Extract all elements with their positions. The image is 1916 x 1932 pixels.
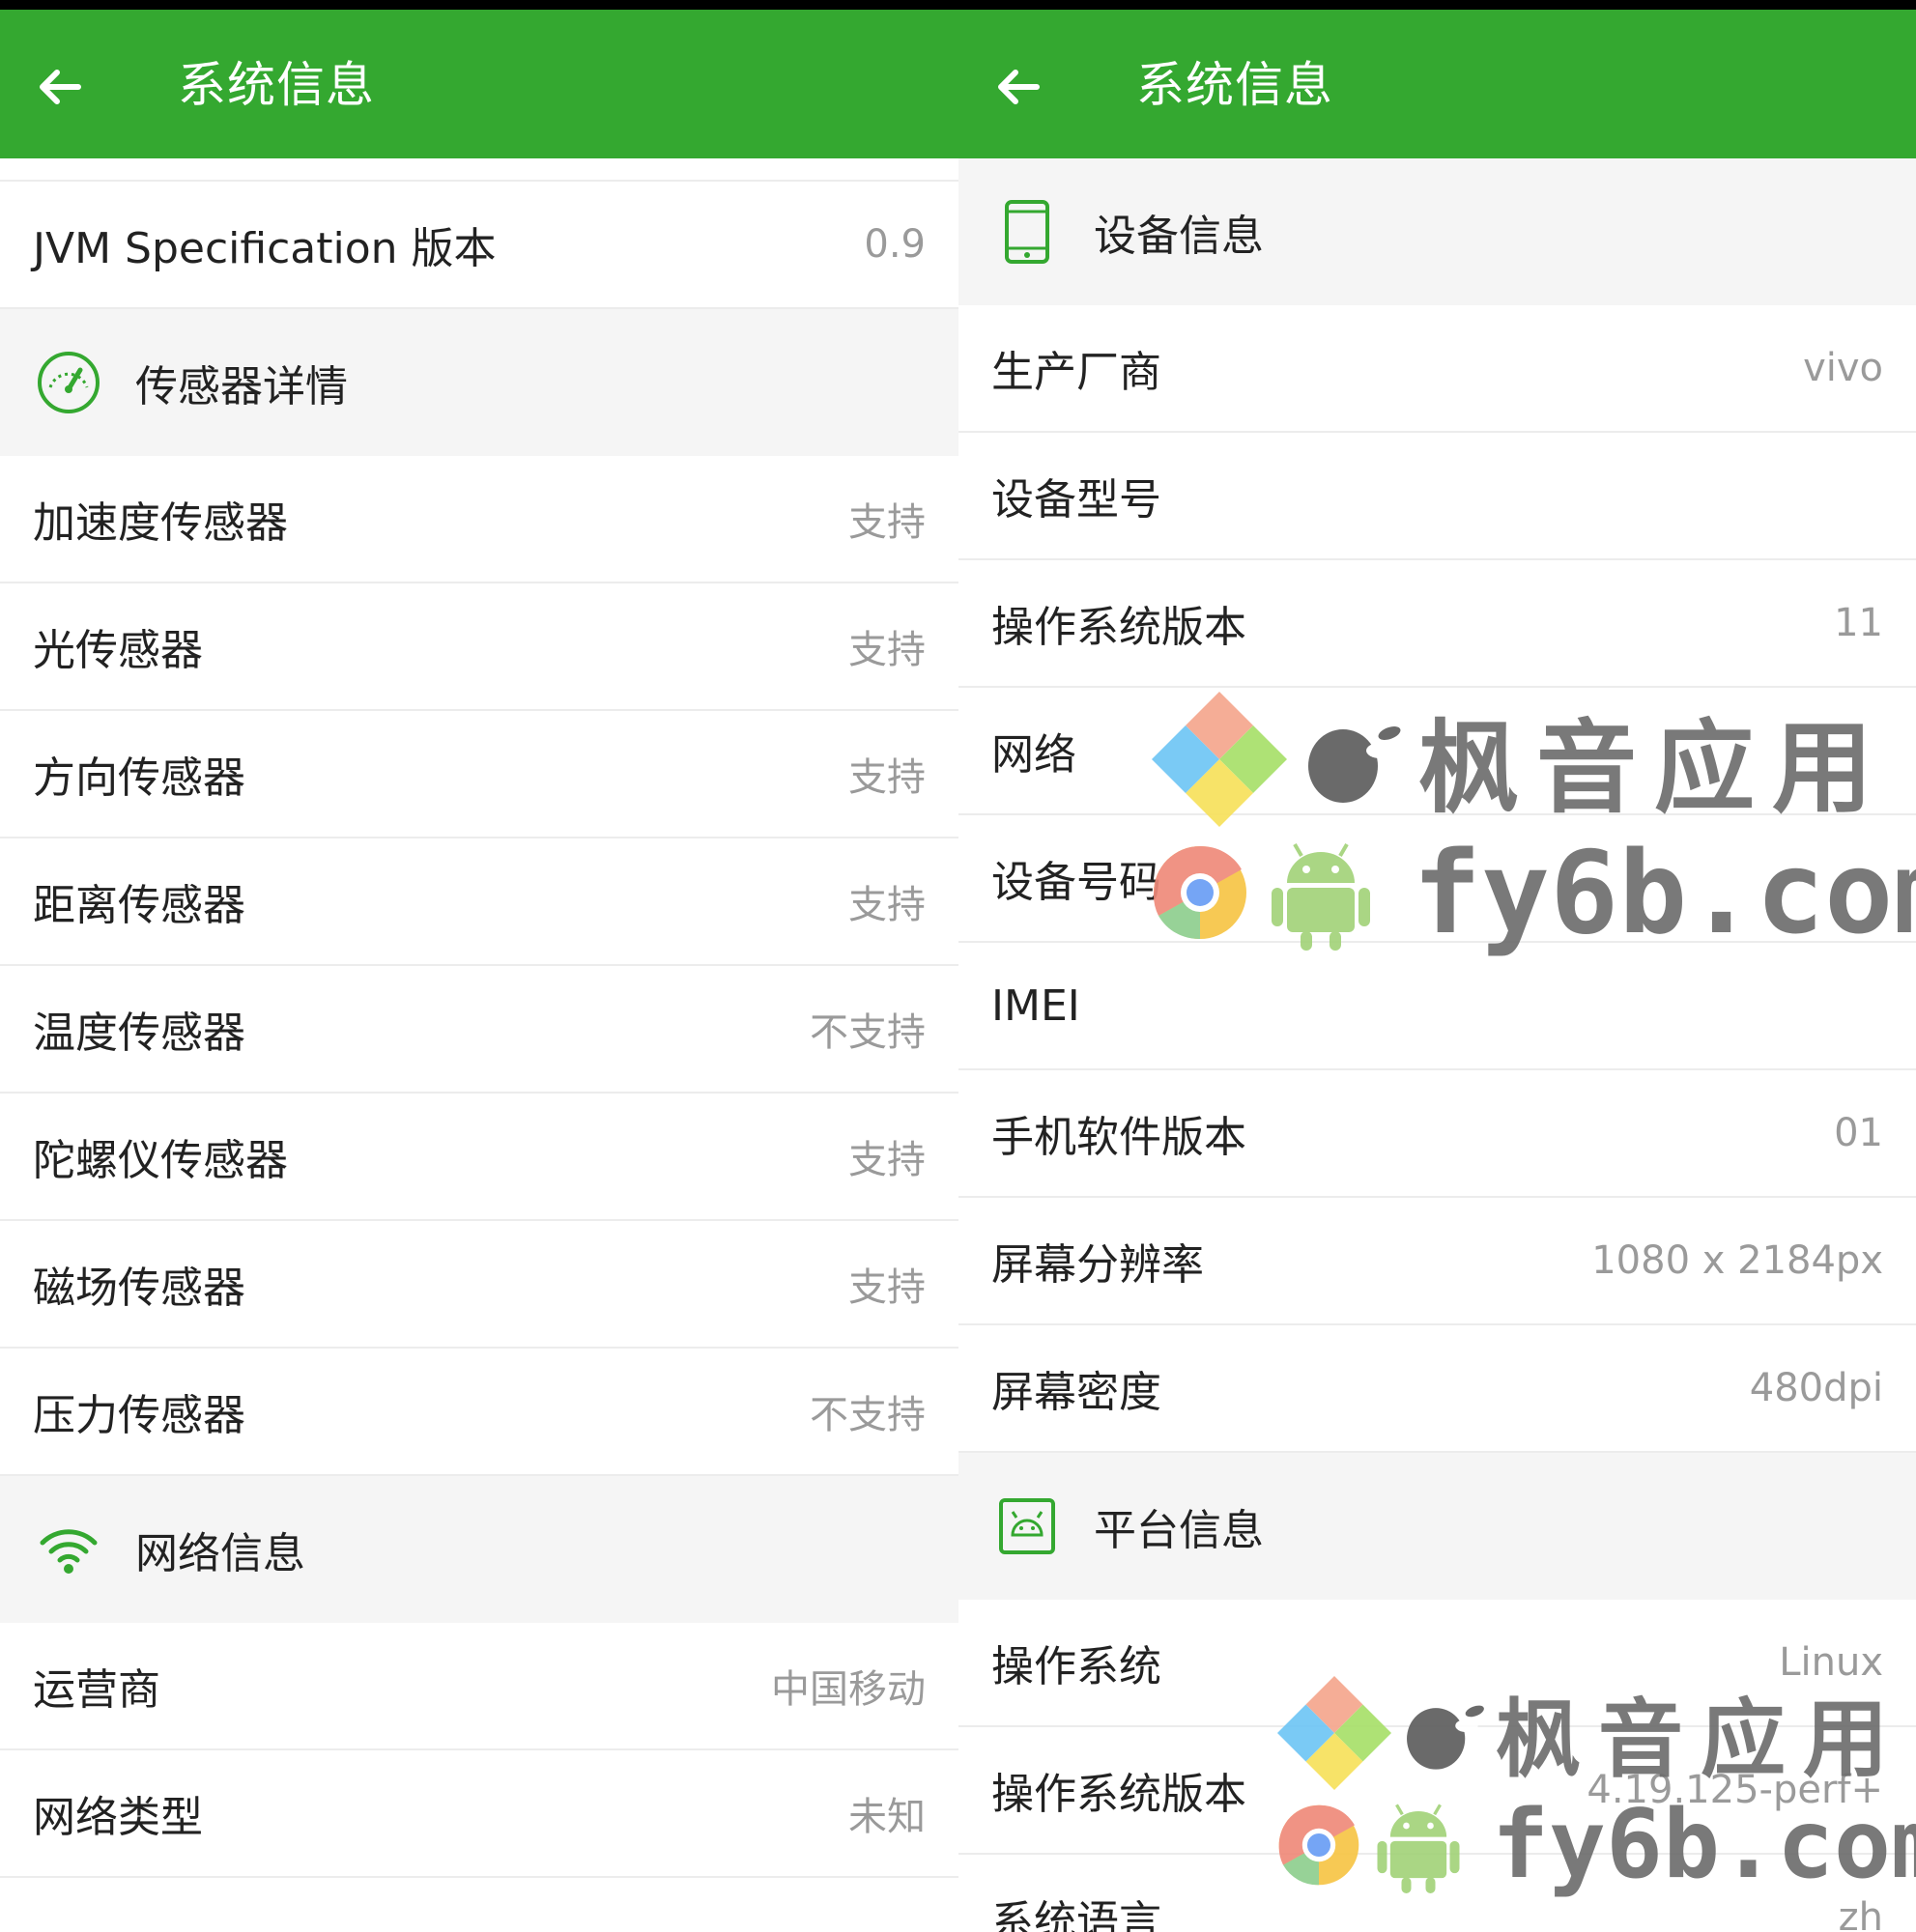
android-icon <box>999 1498 1055 1554</box>
right-screen: 系统信息 设备信息 生产厂商 vivo 设备型号 操作系统版本 11 网络 设备… <box>958 0 1916 1932</box>
screens: 系统信息 JVM Specification 版本 0.9 传感器详情 加速度传… <box>0 0 1916 1932</box>
item-label: 加速度传感器 <box>33 498 288 548</box>
list-item[interactable]: 方向传感器 支持 <box>0 711 958 838</box>
list-item[interactable]: 手机软件版本 01 <box>958 1070 1916 1198</box>
section-title: 传感器详情 <box>135 362 348 412</box>
list-item[interactable]: 温度传感器 不支持 <box>0 966 958 1094</box>
item-label: 屏幕分辨率 <box>991 1240 1204 1290</box>
item-label: 操作系统版本 <box>991 1770 1246 1819</box>
left-screen: 系统信息 JVM Specification 版本 0.9 传感器详情 加速度传… <box>0 0 958 1932</box>
section-title: 设备信息 <box>1094 212 1264 261</box>
item-label: 光传感器 <box>33 626 203 675</box>
list-item[interactable]: IMEI <box>958 943 1916 1070</box>
list-item[interactable]: 设备型号 <box>958 433 1916 560</box>
item-label: JVM Specification 版本 <box>33 224 497 273</box>
list-item[interactable] <box>0 1878 958 1932</box>
item-label: 屏幕密度 <box>991 1368 1161 1417</box>
item-value: 4.19.125-perf+ <box>1587 1768 1883 1812</box>
item-value: vivo <box>1803 346 1883 390</box>
list-item[interactable]: 磁场传感器 支持 <box>0 1221 958 1349</box>
section-header-sensors: 传感器详情 <box>0 309 958 456</box>
item-label: 温度传感器 <box>33 1009 245 1058</box>
item-value: 未知 <box>848 1795 926 1839</box>
item-label: 陀螺仪传感器 <box>33 1136 288 1185</box>
page-title: 系统信息 <box>178 57 375 113</box>
item-value: 支持 <box>848 883 926 927</box>
list-item[interactable]: 操作系统版本 4.19.125-perf+ <box>958 1727 1916 1855</box>
section-title: 网络信息 <box>135 1529 305 1578</box>
item-value: 支持 <box>848 1138 926 1182</box>
item-value: Linux <box>1779 1640 1883 1685</box>
list-item[interactable]: 压力传感器 不支持 <box>0 1349 958 1476</box>
item-value: 中国移动 <box>771 1667 926 1712</box>
back-arrow-icon <box>998 70 1040 104</box>
item-label: 网络 <box>991 730 1076 780</box>
item-label: 距离传感器 <box>33 881 245 930</box>
info-list[interactable]: 设备信息 生产厂商 vivo 设备型号 操作系统版本 11 网络 设备号码 IM… <box>958 158 1916 1932</box>
back-arrow-icon <box>40 70 81 104</box>
section-header-network: 网络信息 <box>0 1476 958 1623</box>
list-item[interactable]: 网络 <box>958 688 1916 815</box>
item-label: 系统语言 <box>991 1897 1161 1932</box>
list-item[interactable]: 运营商 中国移动 <box>0 1623 958 1750</box>
status-bar <box>958 0 1916 10</box>
item-label: 压力传感器 <box>33 1391 245 1440</box>
item-value: 支持 <box>848 1265 926 1310</box>
item-value: 支持 <box>848 628 926 672</box>
item-label: IMEI <box>991 980 1080 1031</box>
item-value: 01 <box>1834 1111 1883 1155</box>
list-item[interactable]: JVM Specification 版本 0.9 <box>0 182 958 309</box>
item-label: 设备型号 <box>991 475 1161 525</box>
list-item[interactable]: 操作系统版本 11 <box>958 560 1916 688</box>
section-header-device: 设备信息 <box>958 158 1916 305</box>
list-item[interactable]: 屏幕分辨率 1080 x 2184px <box>958 1198 1916 1325</box>
list-item[interactable]: 距离传感器 支持 <box>0 838 958 966</box>
list-item[interactable]: 光传感器 支持 <box>0 583 958 711</box>
section-header-platform: 平台信息 <box>958 1453 1916 1600</box>
app-bar: 系统信息 <box>0 10 958 158</box>
list-item[interactable]: 操作系统 Linux <box>958 1600 1916 1727</box>
list-item[interactable]: 陀螺仪传感器 支持 <box>0 1094 958 1221</box>
phone-icon <box>1005 200 1049 264</box>
item-label: 生产厂商 <box>991 348 1161 397</box>
list-item[interactable]: 屏幕密度 480dpi <box>958 1325 1916 1453</box>
status-bar <box>0 0 958 10</box>
list-item[interactable]: 系统语言 zh <box>958 1855 1916 1932</box>
partial-row <box>0 158 958 182</box>
item-value: 不支持 <box>810 1393 926 1437</box>
item-value: zh <box>1838 1895 1883 1932</box>
item-label: 磁场传感器 <box>33 1264 245 1313</box>
speedometer-icon <box>38 352 100 413</box>
app-bar: 系统信息 <box>958 10 1916 158</box>
item-value: 支持 <box>848 500 926 545</box>
item-value: 支持 <box>848 755 926 800</box>
item-label: 方向传感器 <box>33 753 245 803</box>
item-label: 设备号码 <box>991 858 1161 907</box>
list-item[interactable]: 加速度传感器 支持 <box>0 456 958 583</box>
wifi-icon <box>40 1529 98 1574</box>
item-label: 运营商 <box>33 1665 160 1715</box>
item-value: 11 <box>1834 601 1883 645</box>
info-list[interactable]: JVM Specification 版本 0.9 传感器详情 加速度传感器 支持 <box>0 158 958 1932</box>
item-value: 1080 x 2184px <box>1591 1238 1883 1283</box>
item-value: 480dpi <box>1749 1366 1883 1410</box>
item-label: 操作系统 <box>991 1642 1161 1691</box>
item-value: 不支持 <box>810 1010 926 1055</box>
item-label: 网络类型 <box>33 1793 203 1842</box>
back-button[interactable] <box>991 60 1045 114</box>
list-item[interactable]: 设备号码 <box>958 815 1916 943</box>
list-item[interactable]: 生产厂商 vivo <box>958 305 1916 433</box>
section-title: 平台信息 <box>1094 1506 1264 1555</box>
item-label: 手机软件版本 <box>991 1113 1246 1162</box>
list-item[interactable]: 网络类型 未知 <box>0 1750 958 1878</box>
item-label: 操作系统版本 <box>991 603 1246 652</box>
back-button[interactable] <box>33 60 87 114</box>
item-value: 0.9 <box>864 222 926 267</box>
page-title: 系统信息 <box>1136 57 1333 113</box>
